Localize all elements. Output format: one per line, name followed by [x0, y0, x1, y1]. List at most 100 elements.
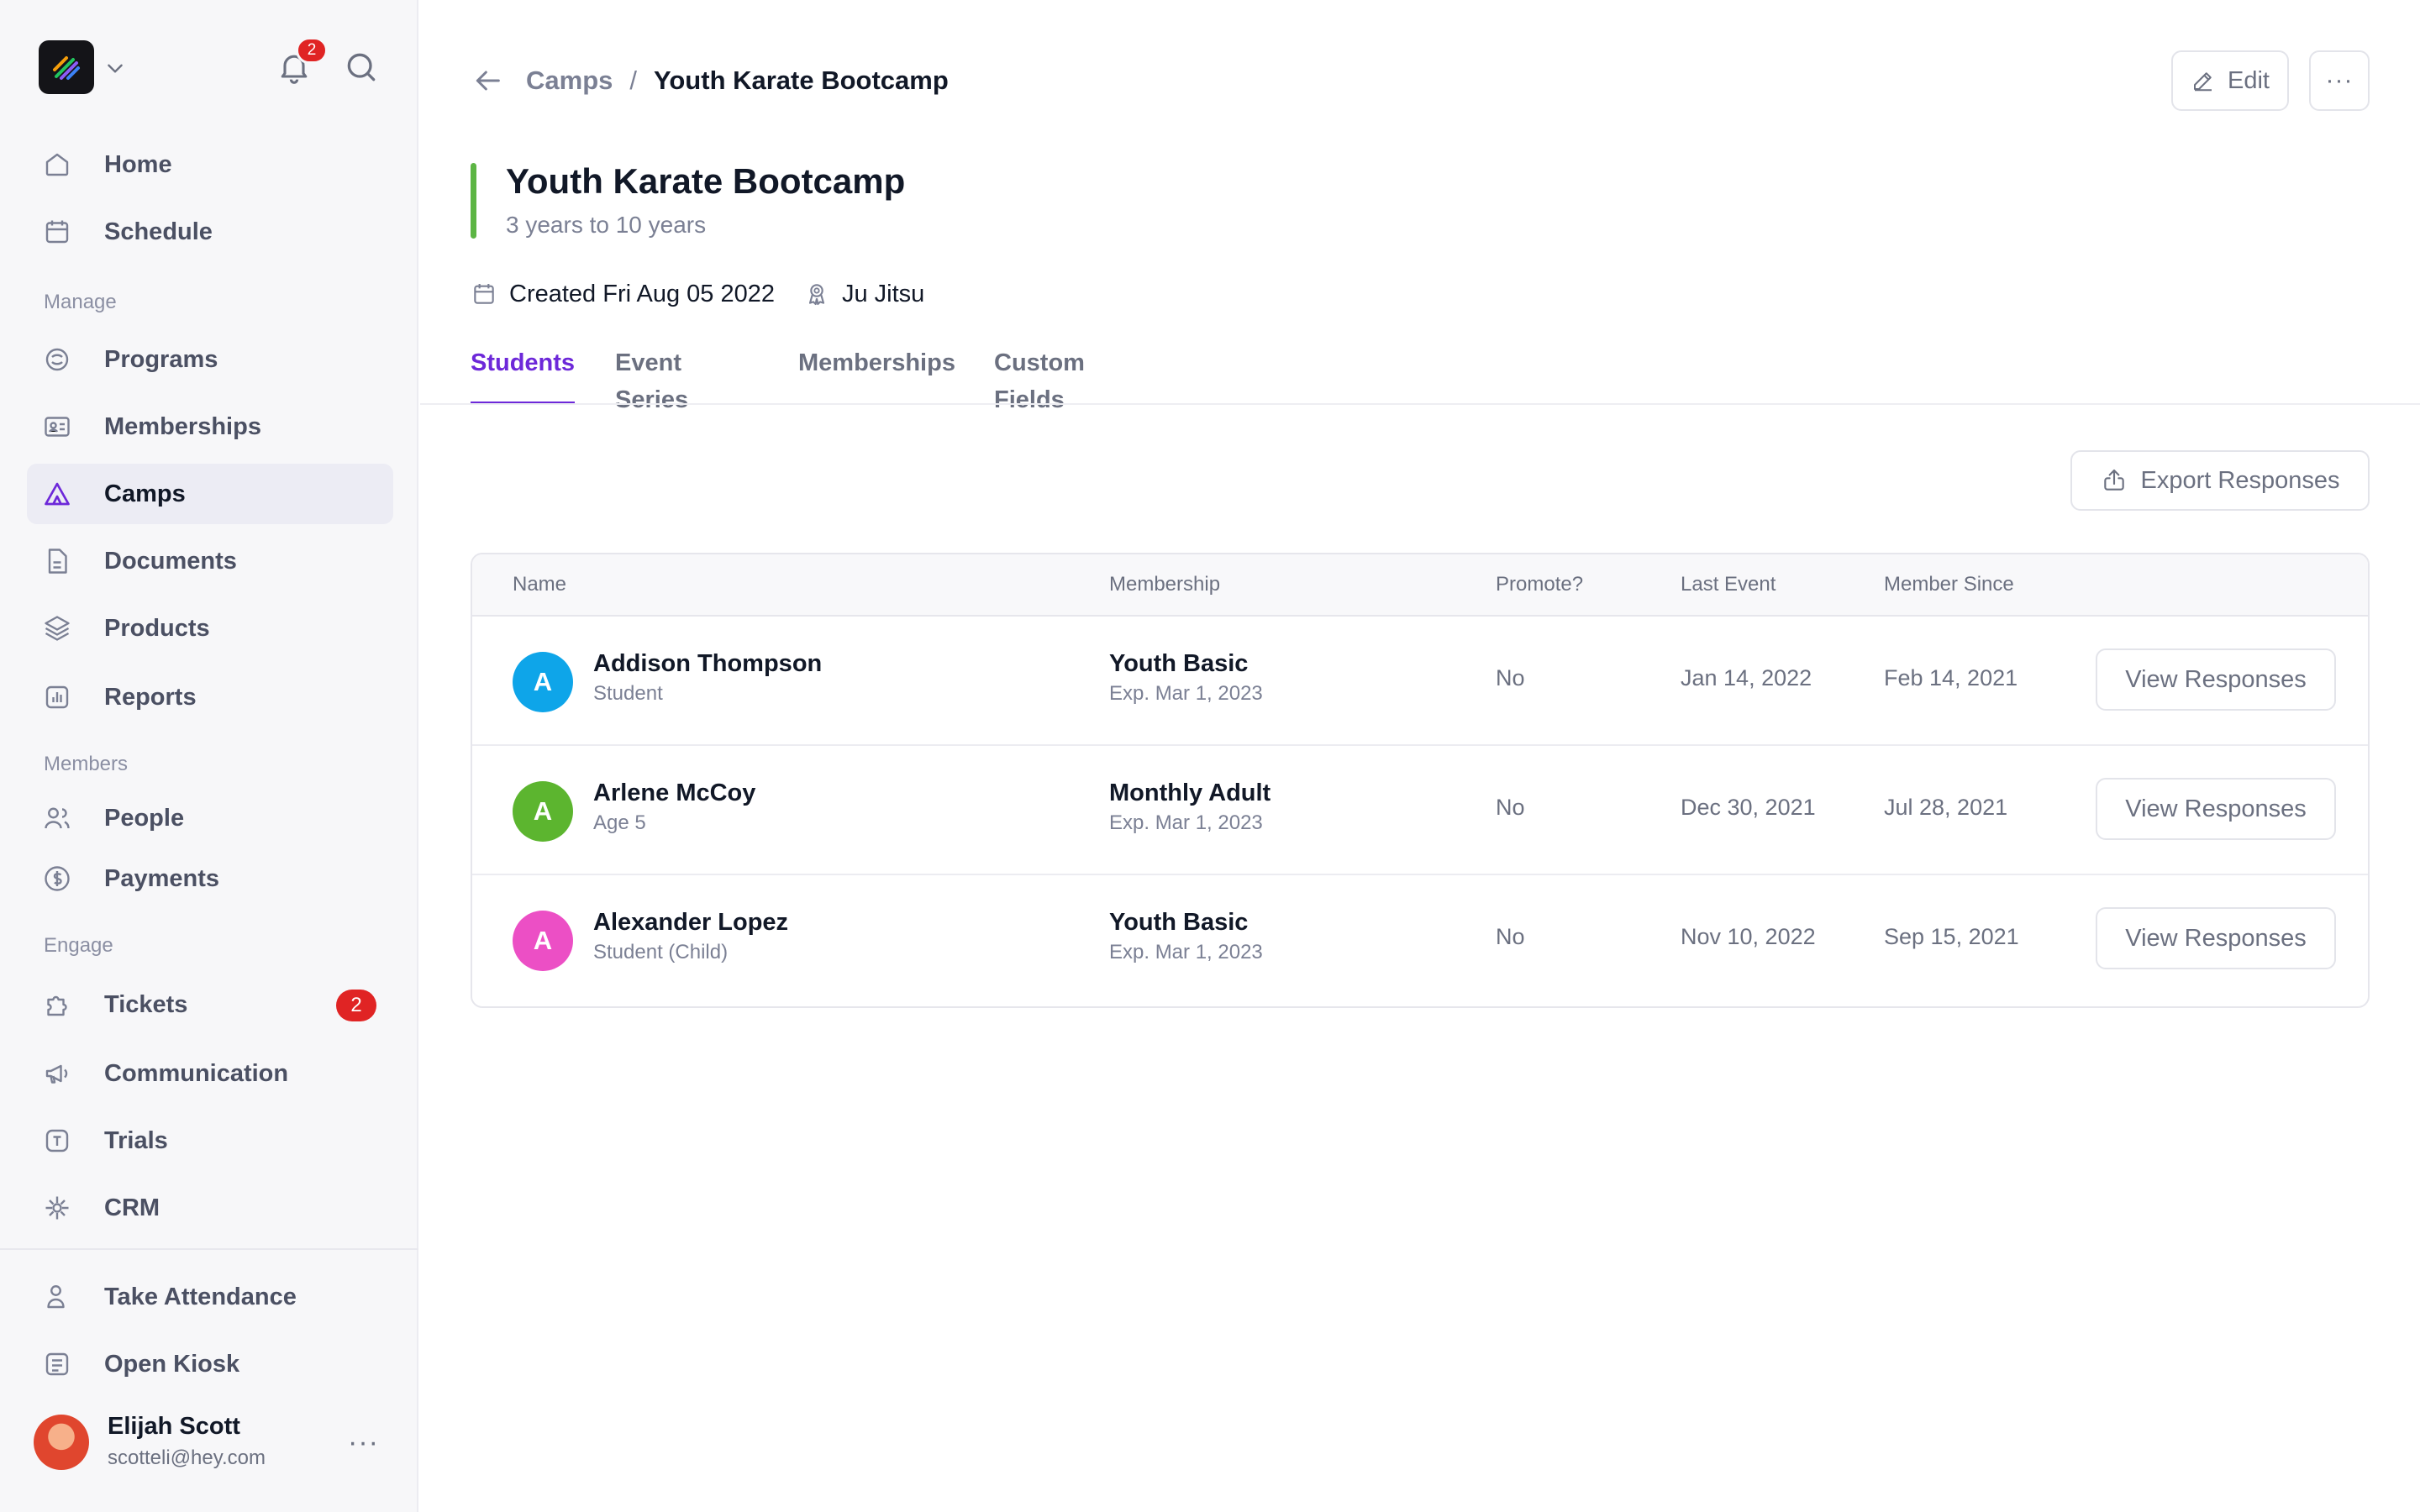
- sidebar-item-label: Open Kiosk: [104, 1350, 240, 1378]
- sidebar-item-people[interactable]: People: [27, 788, 393, 848]
- user-profile[interactable]: Elijah Scott scotteli@hey.com ···: [34, 1413, 395, 1473]
- sidebar-header: 2: [39, 37, 383, 94]
- dollar-icon: [45, 866, 70, 891]
- crm-icon: [45, 1196, 69, 1220]
- students-table: Name Membership Promote? Last Event Memb…: [471, 553, 2370, 1008]
- membership-expiry: Exp. Mar 1, 2023: [1109, 682, 1263, 705]
- sidebar-item-label: Documents: [104, 547, 237, 575]
- sidebar-item-label: Camps: [104, 480, 186, 507]
- sidebar-item-payments[interactable]: Payments: [27, 848, 393, 909]
- tab-students[interactable]: Students: [471, 344, 576, 405]
- student-avatar: A: [513, 781, 573, 842]
- chevron-down-icon[interactable]: [104, 57, 126, 79]
- user-name: Elijah Scott: [108, 1413, 240, 1440]
- column-header-member-since[interactable]: Member Since: [1884, 573, 2014, 596]
- view-responses-button[interactable]: View Responses: [2096, 778, 2336, 840]
- membership-name: Youth Basic: [1109, 909, 1249, 936]
- people-icon: [45, 807, 70, 829]
- column-header-membership[interactable]: Membership: [1109, 573, 1220, 596]
- sidebar-item-take-attendance[interactable]: Take Attendance: [27, 1267, 393, 1327]
- breadcrumb-current: Youth Karate Bootcamp: [654, 66, 949, 95]
- sidebar-item-label: Products: [104, 614, 210, 642]
- student-name: Alexander Lopez: [593, 909, 789, 936]
- column-header-last-event[interactable]: Last Event: [1681, 573, 1776, 596]
- membership-name: Monthly Adult: [1109, 780, 1271, 806]
- more-options-button[interactable]: ···: [2309, 50, 2370, 111]
- sidebar-item-label: Reports: [104, 683, 197, 711]
- calendar-icon: [474, 284, 494, 304]
- breadcrumb-camps-link[interactable]: Camps: [526, 66, 613, 96]
- home-icon: [45, 153, 69, 176]
- sidebar-item-label: Schedule: [104, 218, 213, 245]
- user-menu-icon[interactable]: ···: [348, 1426, 379, 1459]
- export-responses-button[interactable]: Export Responses: [2070, 450, 2370, 511]
- created-date: Created Fri Aug 05 2022: [509, 280, 775, 307]
- student-name: Arlene McCoy: [593, 780, 756, 806]
- member-since-date: Feb 14, 2021: [1884, 665, 2018, 690]
- sidebar-item-programs[interactable]: Programs: [27, 329, 393, 390]
- student-avatar: A: [513, 652, 573, 712]
- tab-event-series[interactable]: Event Series: [615, 344, 688, 413]
- sidebar-item-communication[interactable]: Communication: [27, 1043, 393, 1104]
- table-header: Name Membership Promote? Last Event Memb…: [472, 554, 2368, 617]
- back-arrow-icon[interactable]: [471, 64, 504, 97]
- pencil-icon: [2194, 72, 2212, 92]
- page-title: Youth Karate Bootcamp: [506, 161, 906, 201]
- app-logo[interactable]: [39, 40, 94, 94]
- user-check-icon: [47, 1285, 65, 1309]
- table-row[interactable]: A Alexander Lopez Student (Child) Youth …: [472, 875, 2368, 1005]
- sidebar: 2 Home Schedule Manage Programs Membersh…: [0, 0, 418, 1512]
- breadcrumb: Camps / Youth Karate Bootcamp: [471, 60, 949, 101]
- sidebar-item-label: Programs: [104, 345, 218, 373]
- student-role: Age 5: [593, 811, 646, 834]
- sidebar-item-label: Tickets: [104, 990, 188, 1018]
- last-event-date: Jan 14, 2022: [1681, 665, 1812, 690]
- camp-age-range: 3 years to 10 years: [506, 212, 707, 238]
- camp-meta: Created Fri Aug 05 2022 Ju Jitsu: [471, 276, 953, 312]
- sidebar-item-open-kiosk[interactable]: Open Kiosk: [27, 1334, 393, 1394]
- column-header-promote[interactable]: Promote?: [1496, 573, 1583, 596]
- student-role: Student: [593, 682, 663, 705]
- view-responses-button[interactable]: View Responses: [2096, 648, 2336, 711]
- sidebar-item-label: Take Attendance: [104, 1283, 297, 1310]
- edit-button-label: Edit: [2228, 66, 2270, 94]
- export-upload-icon: [2103, 469, 2124, 491]
- section-label-engage: Engage: [44, 934, 113, 957]
- user-email: scotteli@hey.com: [108, 1446, 266, 1469]
- view-responses-button[interactable]: View Responses: [2096, 907, 2336, 969]
- sidebar-item-home[interactable]: Home: [27, 134, 393, 195]
- table-row[interactable]: A Addison Thompson Student Youth Basic E…: [472, 617, 2368, 746]
- member-since-date: Jul 28, 2021: [1884, 795, 2008, 820]
- main-content: Camps / Youth Karate Bootcamp Edit ··· Y…: [420, 0, 2420, 1512]
- sidebar-item-trials[interactable]: Trials: [27, 1110, 393, 1171]
- section-label-members: Members: [44, 753, 129, 775]
- membership-expiry: Exp. Mar 1, 2023: [1109, 811, 1263, 834]
- tab-memberships[interactable]: Memberships: [798, 344, 955, 405]
- sidebar-item-crm[interactable]: CRM: [27, 1178, 393, 1238]
- member-since-date: Sep 15, 2021: [1884, 924, 2019, 949]
- column-header-name[interactable]: Name: [513, 573, 566, 596]
- sidebar-item-schedule[interactable]: Schedule: [27, 202, 393, 262]
- sidebar-divider: [0, 1248, 418, 1250]
- puzzle-icon: [47, 995, 67, 1016]
- sidebar-item-reports[interactable]: Reports: [27, 667, 393, 727]
- programs-icon: [45, 348, 69, 371]
- award-ribbon-icon: [808, 284, 825, 306]
- sidebar-item-label: Memberships: [104, 412, 261, 440]
- sidebar-item-tickets[interactable]: Tickets 2: [27, 974, 393, 1035]
- section-label-manage: Manage: [44, 291, 117, 313]
- edit-button[interactable]: Edit: [2171, 50, 2289, 111]
- tab-custom-fields[interactable]: Custom Fields: [994, 344, 1085, 413]
- last-event-date: Nov 10, 2022: [1681, 924, 1816, 949]
- calendar-icon: [45, 220, 69, 244]
- student-avatar: A: [513, 911, 573, 971]
- sidebar-item-documents[interactable]: Documents: [27, 531, 393, 591]
- sidebar-item-products[interactable]: Products: [27, 598, 393, 659]
- membership-name: Youth Basic: [1109, 650, 1249, 677]
- search-icon[interactable]: [343, 49, 380, 86]
- table-row[interactable]: A Arlene McCoy Age 5 Monthly Adult Exp. …: [472, 746, 2368, 875]
- sidebar-item-memberships[interactable]: Memberships: [27, 396, 393, 457]
- export-button-label: Export Responses: [2140, 466, 2340, 494]
- report-chart-icon: [45, 685, 69, 709]
- sidebar-item-camps[interactable]: Camps: [27, 464, 393, 524]
